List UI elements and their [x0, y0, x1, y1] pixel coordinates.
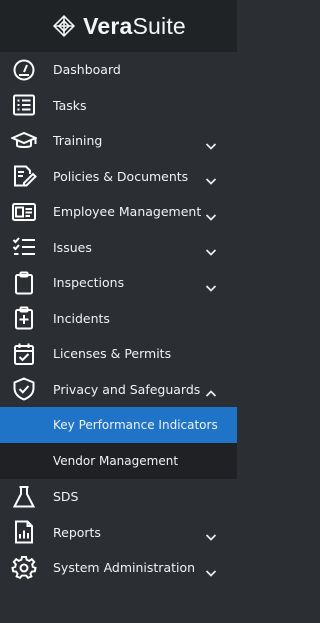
dashboard-icon [10, 57, 38, 83]
nav-item-label: System Administration [53, 560, 196, 576]
flask-icon [10, 484, 38, 510]
subnav-item-label: Vendor Management [53, 454, 179, 468]
nav-item-label: Incidents [53, 310, 110, 326]
medical-clipboard-icon [10, 305, 38, 331]
nav-item-issues[interactable]: Issues [0, 230, 237, 266]
nav-item-label: Licenses & Permits [53, 346, 172, 362]
nav-item-sds[interactable]: SDS [0, 479, 237, 515]
nav-item-label: Issues [53, 239, 92, 255]
nav-menu: Dashboard Tasks Training Policies & Docu… [0, 52, 237, 586]
nav-item-label: Inspections [53, 275, 125, 291]
sidebar: VeraSuite Dashboard Tasks Training Polic… [0, 0, 237, 623]
chevron-down-icon[interactable] [205, 242, 217, 257]
subnav-item-vendor-management[interactable]: Vendor Management [0, 443, 237, 479]
graduation-cap-icon [10, 128, 38, 154]
nav-item-policies-documents[interactable]: Policies & Documents [0, 159, 237, 195]
nav-item-tasks[interactable]: Tasks [0, 88, 237, 124]
nav-item-system-administration[interactable]: System Administration [0, 550, 237, 586]
nav-item-employee-management[interactable]: Employee Management [0, 194, 237, 230]
nav-item-dashboard[interactable]: Dashboard [0, 52, 237, 88]
brand-header[interactable]: VeraSuite [0, 0, 237, 52]
verasuite-logo-icon [51, 13, 77, 39]
checklist-icon [10, 234, 38, 260]
calendar-check-icon [10, 341, 38, 367]
nav-item-label: Policies & Documents [53, 168, 189, 184]
nav-item-label: Training [53, 133, 103, 149]
subnav-item-label: Key Performance Indicators [53, 418, 218, 432]
id-card-icon [10, 199, 38, 225]
chevron-down-icon[interactable] [205, 563, 217, 577]
document-edit-icon [10, 163, 38, 189]
nav-item-label: Privacy and Safeguards [53, 381, 201, 397]
chevron-down-icon[interactable] [205, 207, 217, 221]
shield-check-icon [10, 376, 38, 402]
tasks-icon [10, 92, 38, 118]
chevron-down-icon[interactable] [205, 278, 217, 292]
nav-item-label: Dashboard [53, 62, 121, 78]
gear-icon [10, 555, 38, 581]
nav-item-licenses-permits[interactable]: Licenses & Permits [0, 336, 237, 372]
subnav-item-key-performance-indicators[interactable]: Key Performance Indicators [0, 407, 237, 443]
nav-item-label: SDS [53, 489, 79, 505]
nav-item-incidents[interactable]: Incidents [0, 301, 237, 337]
clipboard-icon [10, 270, 38, 296]
nav-item-label: Tasks [53, 97, 87, 113]
report-icon [10, 519, 38, 545]
chevron-up-icon[interactable] [205, 384, 217, 397]
nav-item-reports[interactable]: Reports [0, 515, 237, 551]
brand-name: VeraSuite [83, 12, 186, 39]
nav-item-privacy-safeguards[interactable]: Privacy and Safeguards [0, 372, 237, 408]
nav-item-inspections[interactable]: Inspections [0, 265, 237, 301]
nav-item-label: Reports [53, 524, 101, 540]
chevron-down-icon[interactable] [205, 171, 217, 186]
chevron-down-icon[interactable] [205, 527, 217, 542]
nav-item-label: Employee Management [53, 204, 202, 220]
nav-item-training[interactable]: Training [0, 123, 237, 159]
chevron-down-icon[interactable] [205, 136, 217, 150]
